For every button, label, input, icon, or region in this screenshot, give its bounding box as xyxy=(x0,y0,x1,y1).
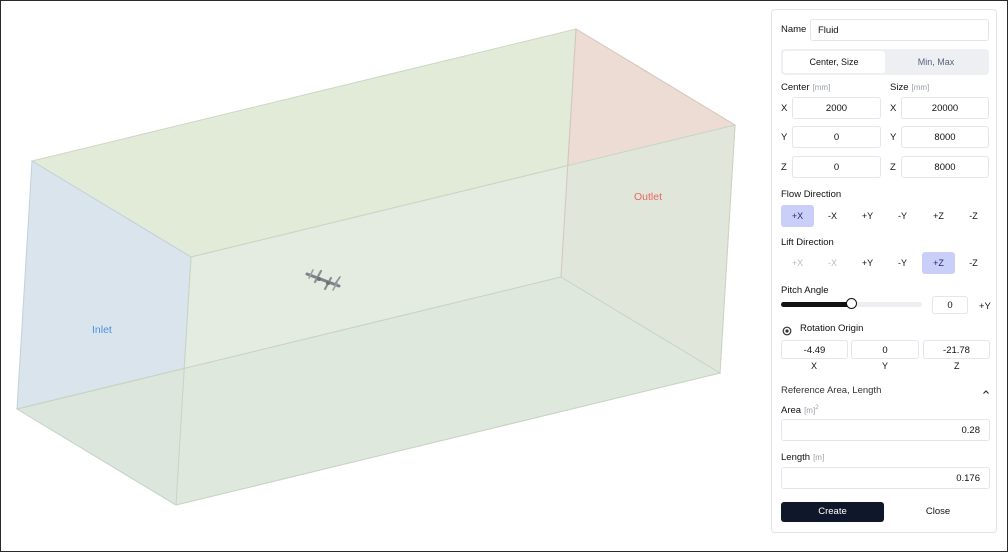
pitch-axis-label: +Y xyxy=(979,301,991,312)
inlet-label: Inlet xyxy=(92,324,112,336)
close-button[interactable]: Close xyxy=(886,502,990,522)
create-button[interactable]: Create xyxy=(781,502,884,522)
length-input[interactable]: 0.176 xyxy=(781,467,990,489)
lift-dir-minus-z[interactable]: -Z xyxy=(957,252,990,274)
area-label: Area [m]2 xyxy=(781,405,819,417)
size-y-input[interactable]: 8000 xyxy=(901,126,989,148)
center-z-axis-label: Z xyxy=(781,162,787,173)
domain-box xyxy=(15,28,737,506)
flow-dir-plus-y[interactable]: +Y xyxy=(851,205,884,227)
flow-dir-minus-x[interactable]: -X xyxy=(816,205,849,227)
reference-section-header[interactable]: Reference Area, Length xyxy=(781,385,881,396)
flow-dir-plus-x[interactable]: +X xyxy=(781,205,814,227)
size-label: Size [mm] xyxy=(890,82,930,93)
size-x-axis-label: X xyxy=(890,103,897,114)
tab-min-max[interactable]: Min, Max xyxy=(885,51,987,73)
center-y-input[interactable]: 0 xyxy=(792,126,881,148)
pitch-slider-fill xyxy=(781,302,852,307)
pitch-angle-label: Pitch Angle xyxy=(781,285,829,296)
flow-dir-minus-y[interactable]: -Y xyxy=(886,205,919,227)
mode-toggle: Center, Size Min, Max xyxy=(781,49,989,75)
size-z-input[interactable]: 8000 xyxy=(901,156,989,178)
center-label: Center [mm] xyxy=(781,82,831,93)
flow-direction-label: Flow Direction xyxy=(781,189,842,200)
rotation-origin-z-label: Z xyxy=(954,361,960,371)
size-z-axis-label: Z xyxy=(890,162,896,173)
properties-panel: Name Fluid Center, Size Min, Max Center[… xyxy=(771,9,997,533)
flow-dir-minus-z[interactable]: -Z xyxy=(957,205,990,227)
3d-viewport[interactable]: Inlet Outlet xyxy=(1,1,769,551)
lift-dir-plus-z[interactable]: +Z xyxy=(922,252,955,274)
size-y-axis-label: Y xyxy=(890,132,897,143)
rotation-origin-label: Rotation Origin xyxy=(800,323,864,334)
lift-direction-label: Lift Direction xyxy=(781,237,834,248)
size-x-input[interactable]: 20000 xyxy=(901,97,989,119)
tab-center-size[interactable]: Center, Size xyxy=(783,51,885,73)
lift-dir-minus-x: -X xyxy=(828,258,837,268)
length-label: Length [m] xyxy=(781,452,825,463)
pitch-slider-track[interactable] xyxy=(781,298,922,309)
outlet-label: Outlet xyxy=(634,191,663,203)
app-window: Inlet Outlet Name Fluid Center, Size Min… xyxy=(0,0,1008,552)
lift-dir-plus-x: +X xyxy=(791,258,804,268)
lift-dir-plus-y[interactable]: +Y xyxy=(851,252,884,274)
chevron-up-icon[interactable] xyxy=(981,384,991,394)
center-x-input[interactable]: 2000 xyxy=(792,97,881,119)
flow-dir-plus-z[interactable]: +Z xyxy=(922,205,955,227)
center-x-axis-label: X xyxy=(781,103,788,114)
rotation-origin-x-label: X xyxy=(811,361,818,371)
rotation-origin-y-input[interactable]: 0 xyxy=(851,340,919,359)
rotation-origin-x-input[interactable]: -4.49 xyxy=(781,340,848,359)
pitch-slider-thumb[interactable] xyxy=(845,298,857,309)
area-input[interactable]: 0.28 xyxy=(781,419,990,441)
center-y-axis-label: Y xyxy=(781,132,788,143)
center-z-input[interactable]: 0 xyxy=(792,156,881,178)
name-label: Name xyxy=(781,24,807,35)
pitch-angle-input[interactable]: 0 xyxy=(932,296,968,314)
name-input[interactable]: Fluid xyxy=(810,19,989,41)
rotation-origin-z-input[interactable]: -21.78 xyxy=(923,340,990,359)
rotation-origin-y-label: Y xyxy=(882,361,889,371)
lift-dir-minus-y[interactable]: -Y xyxy=(886,252,919,274)
target-icon xyxy=(782,323,792,336)
